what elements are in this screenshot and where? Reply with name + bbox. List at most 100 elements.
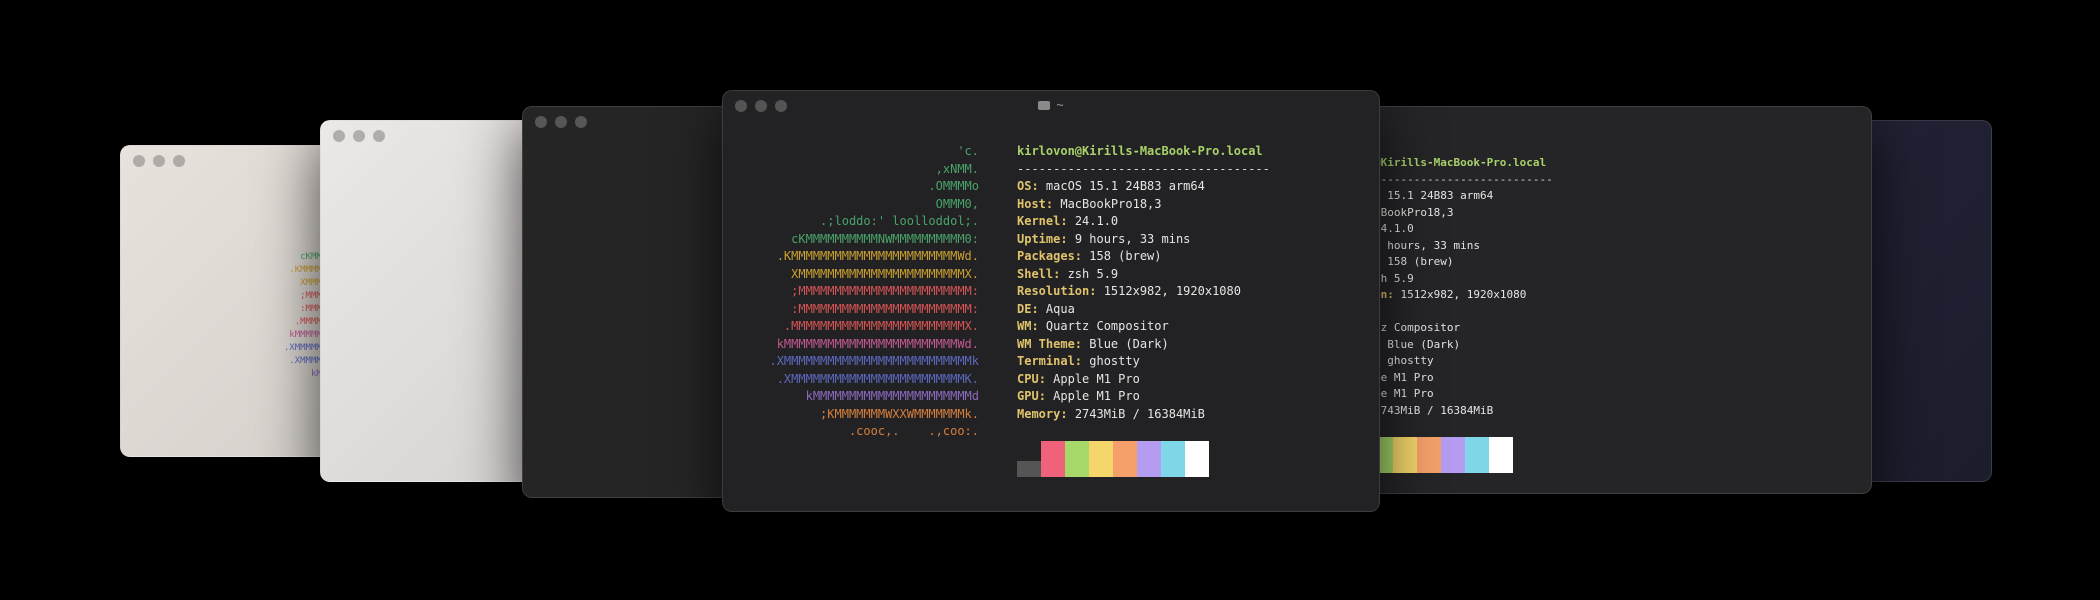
- info-colon: :: [1038, 389, 1054, 403]
- info-row: Uptime: 9 hours, 33 mins: [1371, 238, 1553, 255]
- color-swatch: [1441, 437, 1465, 473]
- ascii-art-line: .KMMMMMMMMMMMMMMMMMMMMMMMWd.: [776, 249, 979, 263]
- color-swatch: [1185, 441, 1209, 477]
- color-swatch: [1489, 437, 1513, 473]
- color-swatch: [1041, 441, 1065, 477]
- info-label: Memory: [1017, 406, 1061, 421]
- info-row: Memory: 2743MiB / 16384MiB: [1371, 403, 1553, 420]
- info-value: macOS 15.1 24B83 arm64: [1045, 179, 1205, 193]
- info-value: Aqua: [1045, 301, 1075, 316]
- info-colon: :: [1074, 249, 1090, 263]
- info-value: 2743MiB / 16384MiB: [1374, 403, 1494, 417]
- ascii-art-line: kMMMMMMMMMMMMMMMMMMMMMMd: [805, 389, 979, 403]
- color-swatch: [1065, 441, 1089, 477]
- ascii-art-line: .;loddo:' loolloddol;.: [820, 214, 979, 228]
- user-host: kirlovon@Kirills-MacBook-Pro.local: [1017, 144, 1263, 158]
- info-value: 158 (brew): [1089, 249, 1162, 263]
- color-swatch: [1137, 441, 1161, 477]
- info-label: Packages: [1017, 249, 1075, 263]
- info-row: OS: macOS 15.1 24B83 arm64: [1017, 178, 1270, 196]
- ascii-art-line: .cooc,. .,coo:.: [848, 424, 979, 438]
- info-row: WM: Quartz Compositor: [1017, 318, 1270, 336]
- info-value: zsh 5.9: [1067, 266, 1119, 281]
- info-label: CPU: [1017, 371, 1039, 386]
- info-row: WM Theme: Blue (Dark): [1017, 336, 1270, 354]
- color-swatch: [1113, 441, 1137, 477]
- info-colon: :: [1074, 336, 1090, 351]
- color-swatch: [1393, 437, 1417, 473]
- info-value: 1512x982, 1920x1080: [1400, 288, 1527, 301]
- info-row: Resolution: 1512x982, 1920x1080: [1017, 283, 1270, 301]
- info-value: Apple M1 Pro: [1053, 371, 1140, 386]
- info-label: WM Theme: [1017, 336, 1075, 351]
- info-row: Uptime: 9 hours, 33 mins: [1017, 231, 1270, 249]
- minimize-icon[interactable]: [555, 116, 567, 128]
- ascii-art-line: ,xNMM.: [935, 161, 979, 176]
- info-row: DE: Aqua: [1017, 301, 1270, 319]
- title-bar[interactable]: ~: [723, 91, 1379, 121]
- ascii-art-line: .MMMMMMMMMMMMMMMMMMMMMMMMX.: [783, 319, 979, 333]
- info-label: Terminal: [1017, 354, 1075, 368]
- info-row: Resolution: 1512x982, 1920x1080: [1371, 287, 1553, 304]
- ascii-art-line: .XMMMMMMMMMMMMMMMMMMMMMMMMK.: [776, 371, 979, 386]
- info-row: Host: MacBookPro18,3: [1370, 205, 1553, 222]
- info-value: Blue (Dark): [1089, 336, 1169, 351]
- info-label: Resolution: [1017, 284, 1090, 298]
- info-row: Terminal: ghostty: [1017, 353, 1270, 371]
- info-value: Blue (Dark): [1387, 337, 1461, 351]
- info-colon: :: [1045, 196, 1061, 211]
- info-value: MacBookPro18,3: [1060, 196, 1162, 211]
- maximize-icon[interactable]: [575, 116, 587, 128]
- color-swatch: [1089, 441, 1113, 477]
- info-value: Quartz Compositor: [1371, 321, 1461, 334]
- info-value: macOS 15.1 24B83 arm64: [1371, 189, 1494, 202]
- minimize-icon[interactable]: [153, 155, 165, 167]
- color-swatch: [1161, 441, 1185, 477]
- info-label: GPU: [1017, 389, 1039, 403]
- ascii-art-line: kMMMMMMMMMMMMMMMMMMMMMMMMWd.: [776, 336, 979, 351]
- user-host: kirlovon@Kirills-MacBook-Pro.local: [1371, 156, 1547, 169]
- terminal-window-main[interactable]: ~ 'c. ,xNMM. .OMMMMo OMMM0, .;loddo:' loollo…: [722, 90, 1380, 512]
- info-label: Host: [1017, 196, 1046, 211]
- info-row: Host: MacBookPro18,3: [1017, 196, 1270, 214]
- info-label: OS: [1017, 179, 1032, 193]
- info-colon: :: [1031, 179, 1046, 193]
- info-label: Shell: [1017, 266, 1054, 281]
- info-row: GPU: Apple M1 Pro: [1371, 386, 1553, 403]
- info-row: Packages: 158 (brew): [1371, 254, 1553, 271]
- maximize-icon[interactable]: [373, 130, 385, 142]
- info-value: 1512x982, 1920x1080: [1103, 284, 1241, 298]
- color-swatch: [1465, 437, 1489, 473]
- info-value: 2743MiB / 16384MiB: [1074, 406, 1205, 421]
- ascii-apple-logo: 'c. ,xNMM. .OMMMMo OMMM0, .;loddo:' loollodd…: [769, 143, 979, 441]
- info-colon: :: [1074, 354, 1090, 368]
- info-value: 9 hours, 33 mins: [1374, 238, 1480, 252]
- minimize-icon[interactable]: [353, 130, 365, 142]
- close-icon[interactable]: [333, 130, 345, 142]
- info-colon: :: [1031, 319, 1046, 333]
- terminal-window-center-right[interactable]: kirlovon@Kirills-MacBook-Pro.local ------…: [1370, 106, 1872, 494]
- info-row: GPU: Apple M1 Pro: [1017, 388, 1270, 406]
- info-value: 24.1.0: [1074, 214, 1119, 228]
- info-label: Uptime: [1017, 231, 1061, 246]
- color-palette: [1017, 441, 1270, 477]
- window-title: ~: [723, 98, 1379, 112]
- info-value: ghostty: [1387, 354, 1434, 367]
- info-value: 158 (brew): [1387, 255, 1454, 268]
- info-value: MacBookPro18,3: [1370, 205, 1454, 219]
- close-icon[interactable]: [535, 116, 547, 128]
- info-value: Apple M1 Pro: [1053, 389, 1140, 403]
- ascii-art-line: ;MMMMMMMMMMMMMMMMMMMMMMMM:: [791, 284, 979, 298]
- info-row: Kernel: 24.1.0: [1017, 213, 1270, 231]
- close-icon[interactable]: [133, 155, 145, 167]
- info-row: CPU: Apple M1 Pro: [1371, 370, 1553, 387]
- separator-line: -----------------------------------: [1017, 161, 1270, 176]
- ascii-art-line: .XMMMMMMMMMMMMMMMMMMMMMMMMMMk: [769, 354, 979, 368]
- info-label: DE: [1017, 301, 1032, 316]
- info-value: ghostty: [1089, 354, 1140, 368]
- info-colon: :: [1060, 231, 1075, 246]
- maximize-icon[interactable]: [173, 155, 185, 167]
- info-value: Quartz Compositor: [1045, 319, 1169, 333]
- color-palette: [1371, 437, 1553, 473]
- info-row: Kernel: 24.1.0: [1371, 221, 1553, 238]
